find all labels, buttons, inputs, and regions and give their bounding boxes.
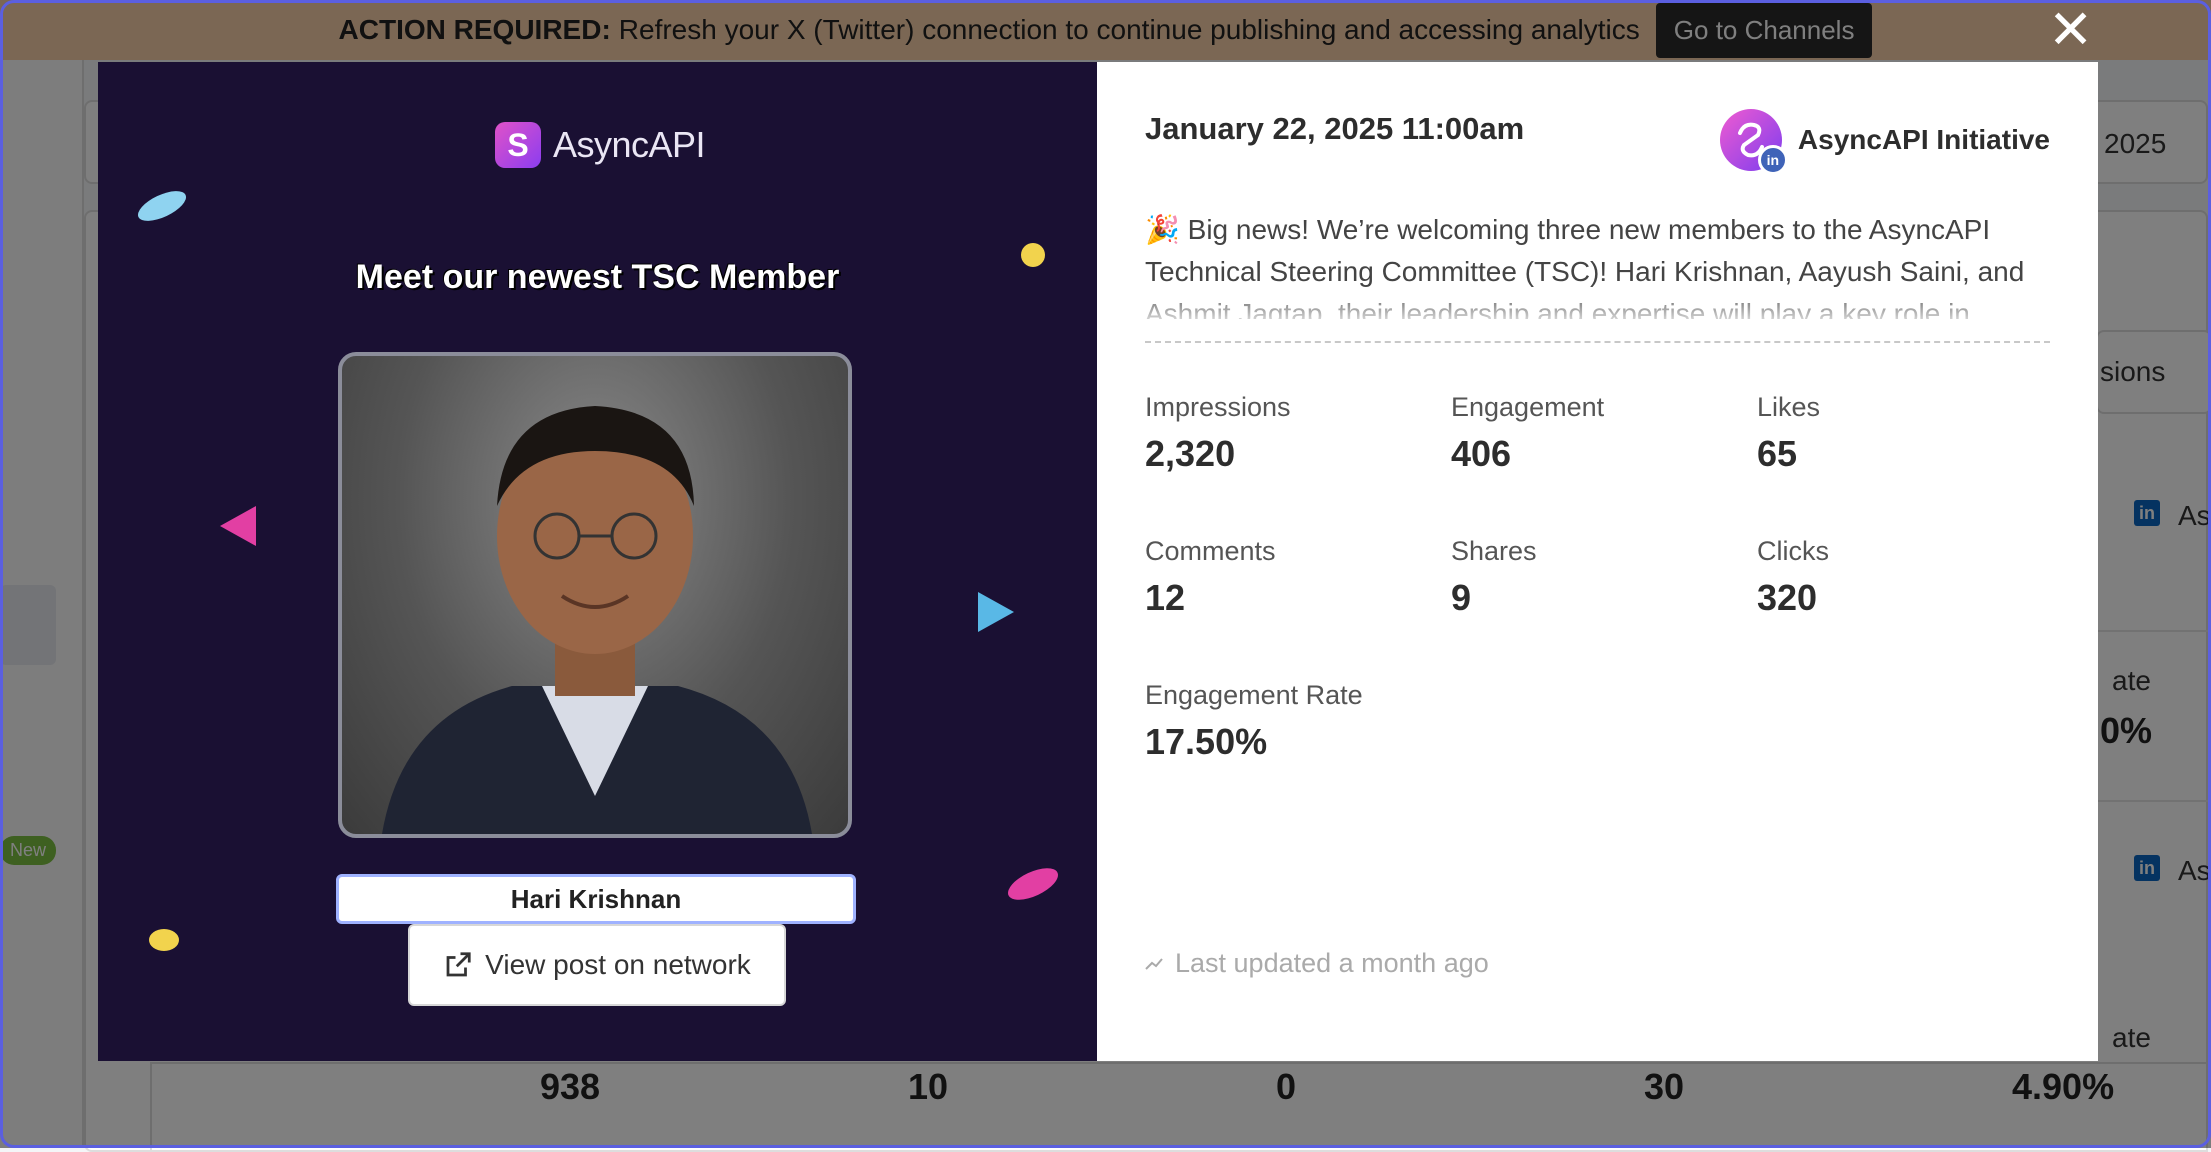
metric-label: Engagement Rate	[1145, 680, 1363, 710]
confetti-triangle-icon	[220, 506, 256, 546]
trend-icon	[1145, 957, 1163, 970]
member-name-label: Hari Krishnan	[336, 874, 856, 924]
metric-engagement-rate: Engagement Rate 17.50%	[1145, 679, 1451, 763]
metrics-grid: Impressions 2,320 Engagement 406 Likes 6…	[1145, 391, 2050, 763]
metric-likes: Likes 65	[1757, 391, 2063, 475]
metric-value: 65	[1757, 433, 1798, 474]
metric-shares: Shares 9	[1451, 535, 1757, 619]
asyncapi-logo: S AsyncAPI	[495, 122, 706, 168]
account-avatar: in	[1719, 109, 1788, 175]
post-details-panel: January 22, 2025 11:00am in AsyncAPI Ini…	[1097, 62, 2098, 1061]
post-date: January 22, 2025 11:00am	[1145, 111, 1525, 146]
divider	[1145, 341, 2050, 343]
account-name: AsyncAPI Initiative	[1797, 124, 2050, 155]
metric-clicks: Clicks 320	[1757, 535, 2063, 619]
metric-engagement: Engagement 406	[1451, 391, 1757, 475]
asyncapi-logo-mark: S	[495, 122, 541, 168]
confetti-dot-icon	[1021, 243, 1045, 267]
last-updated-text: Last updated a month ago	[1175, 948, 1489, 978]
metric-label: Comments	[1145, 536, 1276, 566]
metric-label: Engagement	[1451, 392, 1605, 422]
linkedin-badge-icon: in	[1757, 145, 1788, 175]
view-post-label: View post on network	[485, 949, 751, 980]
member-portrait	[338, 352, 852, 838]
confetti-triangle-icon	[978, 592, 1014, 632]
metric-label: Impressions	[1145, 392, 1291, 422]
view-post-on-network-button[interactable]: View post on network	[408, 924, 786, 1006]
metric-value: 320	[1757, 577, 1818, 618]
account-info[interactable]: in AsyncAPI Initiative	[1719, 109, 2050, 175]
metric-label: Clicks	[1757, 536, 1829, 566]
external-link-icon	[446, 952, 471, 977]
post-text: 🎉 Big news! We’re welcoming three new me…	[1145, 214, 2025, 319]
metric-value: 406	[1451, 433, 1512, 474]
confetti-ellipse-icon	[137, 191, 187, 221]
confetti-ellipse-icon	[1008, 868, 1058, 900]
confetti-dot-icon	[149, 929, 179, 951]
graphic-title: Meet our newest TSC Member	[355, 258, 840, 296]
metric-value: 9	[1451, 577, 1472, 618]
metric-label: Shares	[1451, 536, 1537, 566]
person-silhouette-icon	[382, 406, 812, 834]
post-header: January 22, 2025 11:00am in AsyncAPI Ini…	[1145, 109, 2050, 175]
metric-value: 17.50%	[1145, 721, 1268, 762]
metric-impressions: Impressions 2,320	[1145, 391, 1451, 475]
last-updated: Last updated a month ago	[1145, 948, 1489, 979]
metric-value: 2,320	[1145, 433, 1236, 474]
post-image: S AsyncAPI Meet our newest TSC Member Ha…	[98, 62, 1097, 1061]
metric-comments: Comments 12	[1145, 535, 1451, 619]
close-icon[interactable]: ✕	[2048, 3, 2093, 57]
post-detail-modal: S AsyncAPI Meet our newest TSC Member Ha…	[98, 62, 2098, 1061]
asyncapi-logo-text: AsyncAPI	[553, 124, 706, 165]
metric-value: 12	[1145, 577, 1186, 618]
metric-label: Likes	[1757, 392, 1821, 422]
